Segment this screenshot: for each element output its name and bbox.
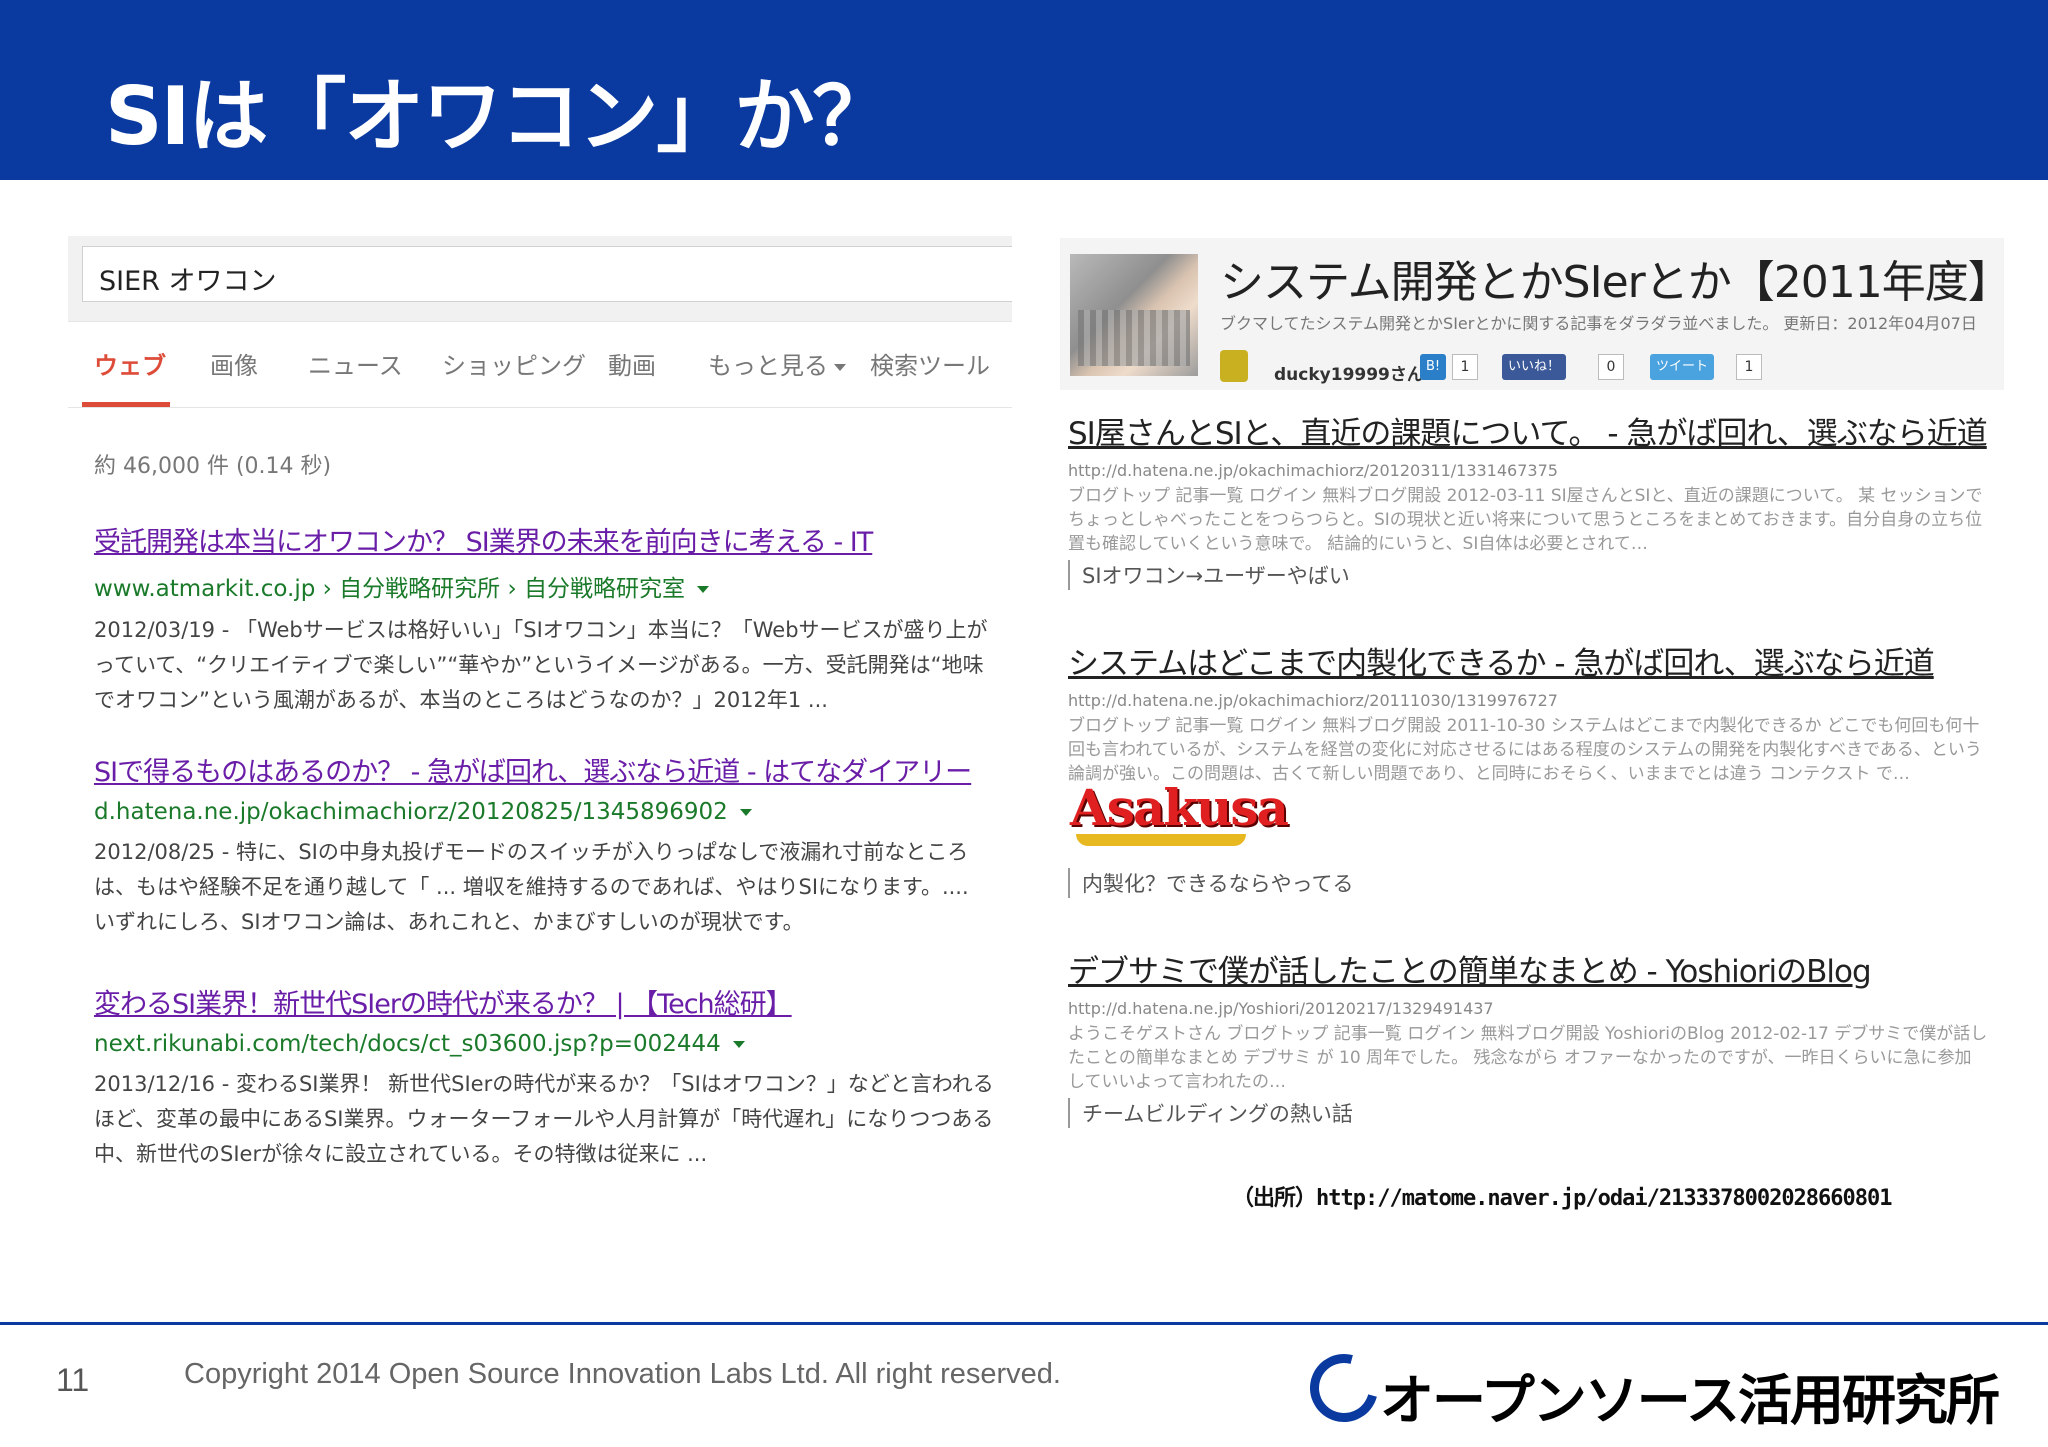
ring-logo-icon xyxy=(1297,1341,1391,1435)
chevron-down-icon[interactable] xyxy=(739,809,752,816)
tweet-count: 1 xyxy=(1736,354,1762,380)
hatena-bookmark-count: 1 xyxy=(1452,354,1478,380)
hatena-bookmark-button[interactable]: B! xyxy=(1420,354,1447,380)
source-citation: （出所）http://matome.naver.jp/odai/21333780… xyxy=(1232,1186,1893,1211)
page-number: 11 xyxy=(56,1362,90,1398)
search-bar: SIER オワコン xyxy=(68,236,1012,322)
result-url-text: www.atmarkit.co.jp › 自分戦略研究所 › 自分戦略研究室 xyxy=(94,576,685,602)
matome-title: システム開発とかSIerとか【2011年度】 xyxy=(1220,257,2012,308)
boat-icon xyxy=(1076,834,1246,846)
item-title-link[interactable]: デブサミで僕が話したことの簡単なまとめ - YoshioriのBlog xyxy=(1068,946,1988,991)
slide-title: SIは「オワコン」か？ xyxy=(105,70,892,163)
item-body: ブログトップ 記事一覧 ログイン 無料ブログ開設 2011-10-30 システム… xyxy=(1068,716,1982,784)
result-url-text: d.hatena.ne.jp/okachimachiorz/20120825/1… xyxy=(94,799,728,825)
search-query: SIER オワコン xyxy=(99,266,277,297)
matome-screenshot: システム開発とかSIerとか【2011年度】 ブクマしてたシステム開発とかSIe… xyxy=(1060,238,2012,1138)
result-count: 約 46,000 件 (0.14 秒) xyxy=(94,454,332,479)
item-comment: 内製化？できるならやってる xyxy=(1068,868,1354,898)
result-url: d.hatena.ne.jp/okachimachiorz/20120825/1… xyxy=(94,799,994,825)
matome-item: デブサミで僕が話したことの簡単なまとめ - YoshioriのBlog http… xyxy=(1068,946,1988,1094)
result-url: www.atmarkit.co.jp › 自分戦略研究所 › 自分戦略研究室 xyxy=(94,569,994,603)
chevron-down-icon xyxy=(834,363,846,371)
google-search-screenshot: SIER オワコン ウェブ 画像 ニュース ショッピング 動画 もっと見る 検索… xyxy=(68,236,1012,1180)
item-url[interactable]: http://d.hatena.ne.jp/Yoshiori/20120217/… xyxy=(1068,999,1988,1018)
keyboard-photo xyxy=(1070,254,1198,376)
result-snippet: 2012/03/19 - 「Webサービスは格好いい」「SIオワコン」本当に？「… xyxy=(94,618,988,712)
item-url[interactable]: http://d.hatena.ne.jp/okachimachiorz/201… xyxy=(1068,691,1988,710)
result-url-text: next.rikunabi.com/tech/docs/ct_s03600.js… xyxy=(94,1031,721,1057)
matome-header-card: システム開発とかSIerとか【2011年度】 ブクマしてたシステム開発とかSIe… xyxy=(1060,238,2012,390)
result-snippet: 2012/08/25 - 特に、SIの中身丸投げモードのスイッチが入りっぱなしで… xyxy=(94,840,969,934)
result-title-link[interactable]: SIで得るものはあるのか？ - 急がば回れ、選ぶなら近道 - はてなダイアリー xyxy=(94,750,994,789)
search-result: 変わるSI業界！新世代SIerの時代が来るか？ | 【Tech総研】 next.… xyxy=(94,982,994,1172)
item-body: ようこそゲストさん ブログトップ 記事一覧 ログイン 無料ブログ開設 Yoshi… xyxy=(1068,1024,1988,1092)
item-body: ブログトップ 記事一覧 ログイン 無料ブログ開設 2012-03-11 SI屋さ… xyxy=(1068,486,1983,554)
tab-shopping[interactable]: ショッピング xyxy=(442,346,586,381)
matome-item: システムはどこまで内製化できるか - 急がば回れ、選ぶなら近道 http://d… xyxy=(1068,638,1988,786)
result-url: next.rikunabi.com/tech/docs/ct_s03600.js… xyxy=(94,1031,994,1057)
tab-more-label: もっと見る xyxy=(708,352,828,380)
user-avatar[interactable] xyxy=(1220,350,1248,382)
chevron-down-icon[interactable] xyxy=(732,1041,745,1048)
copyright-notice: Copyright 2014 Open Source Innovation La… xyxy=(184,1358,1061,1390)
search-result: SIで得るものはあるのか？ - 急がば回れ、選ぶなら近道 - はてなダイアリー … xyxy=(94,750,994,940)
matome-item: SI屋さんとSIと、直近の課題について。 - 急がば回れ、選ぶなら近道 http… xyxy=(1068,408,1988,556)
chevron-down-icon[interactable] xyxy=(697,586,709,593)
tab-news[interactable]: ニュース xyxy=(308,346,403,381)
result-title-link[interactable]: 受託開発は本当にオワコンか？ SI業界の未来を前向きに考える - IT xyxy=(94,520,994,559)
asakusa-logo-text: Asakusa xyxy=(1070,778,1289,837)
user-name[interactable]: ducky19999さん xyxy=(1274,360,1424,385)
item-title-link[interactable]: システムはどこまで内製化できるか - 急がば回れ、選ぶなら近道 xyxy=(1068,638,1988,683)
item-url[interactable]: http://d.hatena.ne.jp/okachimachiorz/201… xyxy=(1068,461,1988,480)
facebook-like-button[interactable]: いいね！ xyxy=(1502,354,1567,380)
tweet-button[interactable]: ツイート xyxy=(1650,354,1715,380)
item-comment: SIオワコン→ユーザーやばい xyxy=(1068,560,1350,590)
tab-more[interactable]: もっと見る xyxy=(708,346,846,381)
slide-header: SIは「オワコン」か？ xyxy=(0,0,2048,180)
company-logo-text: オープンソース活用研究所 xyxy=(1380,1369,2000,1432)
tab-web[interactable]: ウェブ xyxy=(94,346,166,381)
matome-description: ブクマしてたシステム開発とかSIerとかに関する記事をダラダラ並べました。 更新… xyxy=(1220,314,1977,333)
keyboard-keys xyxy=(1078,310,1190,366)
asakusa-logo: Asakusa xyxy=(1070,778,1289,850)
search-input[interactable]: SIER オワコン xyxy=(82,246,1012,302)
footer-divider xyxy=(0,1322,2048,1325)
result-title-link[interactable]: 変わるSI業界！新世代SIerの時代が来るか？ | 【Tech総研】 xyxy=(94,982,994,1021)
item-comment: チームビルディングの熱い話 xyxy=(1068,1098,1353,1128)
tab-videos[interactable]: 動画 xyxy=(608,346,656,381)
tab-search-tools[interactable]: 検索ツール xyxy=(870,346,990,381)
result-snippet: 2013/12/16 - 変わるSI業界！ 新世代SIerの時代が来るか？「SI… xyxy=(94,1072,994,1166)
tab-images[interactable]: 画像 xyxy=(210,346,258,381)
facebook-like-count: 0 xyxy=(1598,354,1624,380)
item-title-link[interactable]: SI屋さんとSIと、直近の課題について。 - 急がば回れ、選ぶなら近道 xyxy=(1068,408,1988,453)
tabs-divider xyxy=(68,407,1012,408)
search-result: 受託開発は本当にオワコンか？ SI業界の未来を前向きに考える - IT www.… xyxy=(94,520,994,718)
company-logo: オープンソース活用研究所 xyxy=(1297,1341,2010,1435)
